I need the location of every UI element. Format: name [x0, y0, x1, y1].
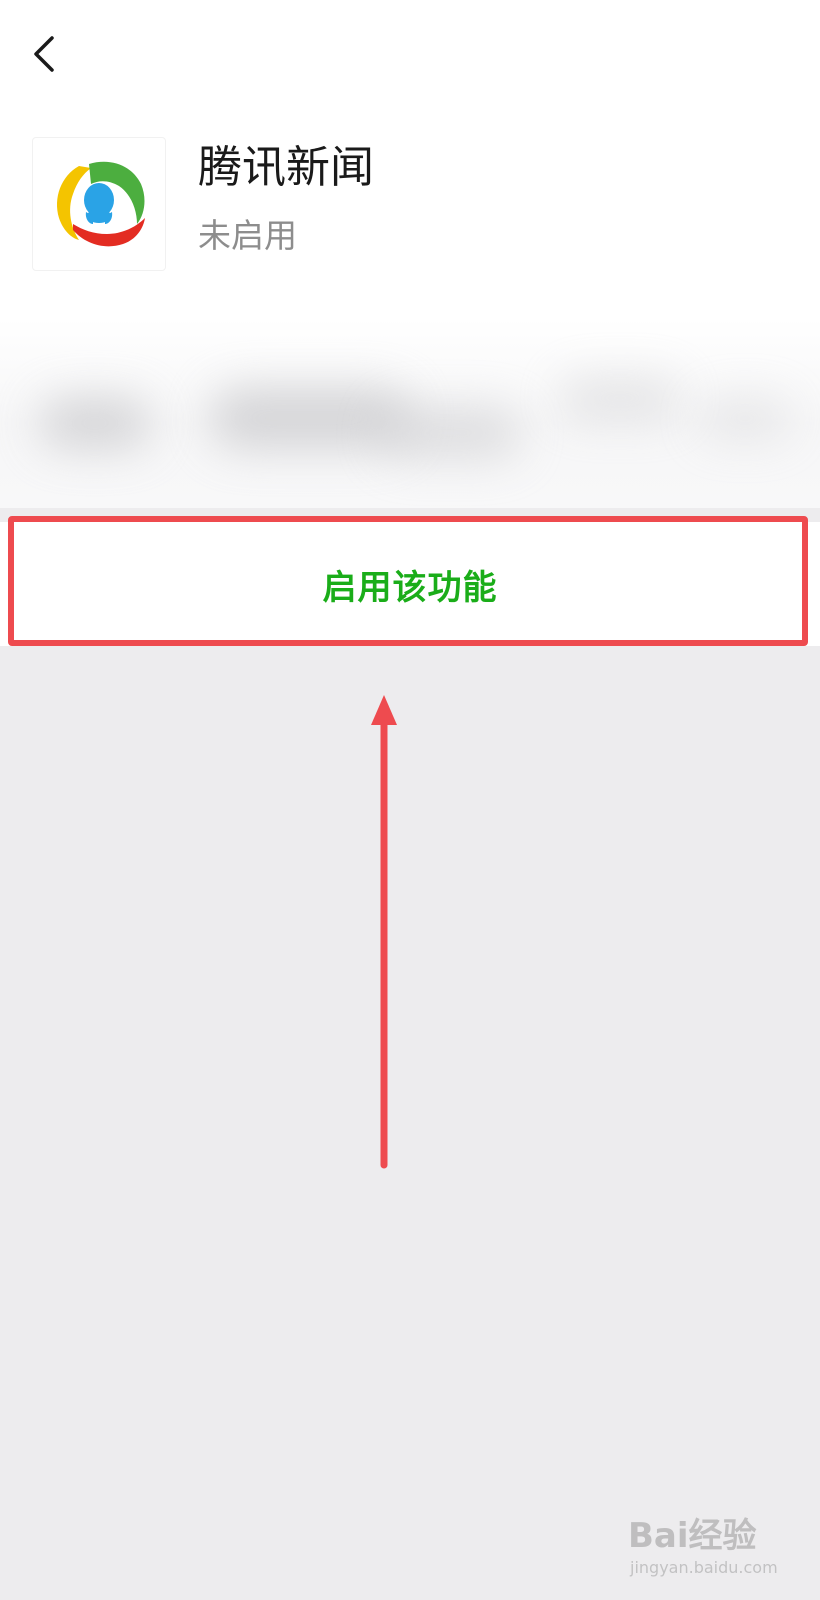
app-status: 未启用 — [198, 216, 297, 255]
watermark-sub: jingyan.baidu.com — [630, 1558, 778, 1577]
enable-feature-button[interactable]: 启用该功能 — [0, 522, 820, 646]
baidu-jingyan-watermark: Bai经验 jingyan.baidu.com — [628, 1508, 788, 1592]
blurred-description — [0, 318, 820, 508]
app-info-panel: 腾讯新闻 未启用 — [0, 0, 820, 508]
chevron-left-icon — [34, 36, 54, 72]
back-button[interactable] — [24, 32, 64, 76]
app-icon — [32, 137, 166, 271]
section-divider — [0, 508, 820, 522]
enable-feature-label: 启用该功能 — [322, 567, 498, 608]
annotation-arrow-icon — [371, 695, 397, 1169]
tencent-news-logo-icon — [57, 161, 145, 247]
watermark-main: Bai经验 — [628, 1516, 757, 1556]
app-name: 腾讯新闻 — [198, 142, 374, 193]
